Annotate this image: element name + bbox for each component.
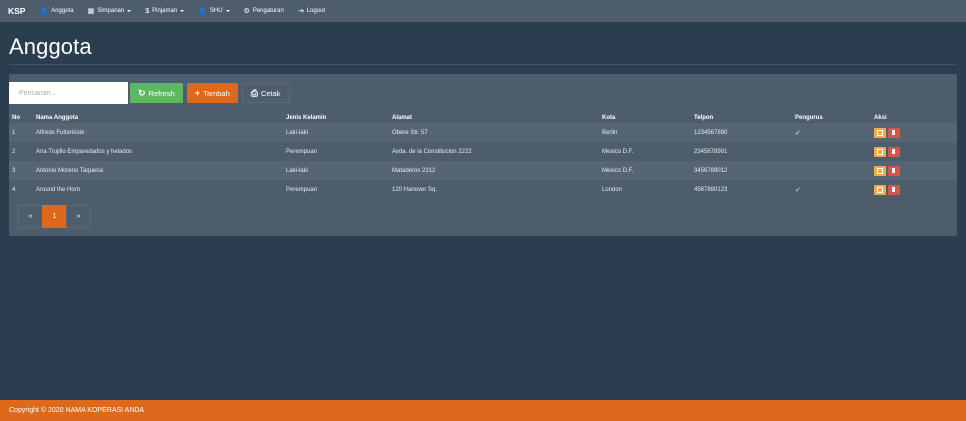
cell-alamat: Obere Str. 57 (392, 129, 428, 136)
cell-kota: London (602, 186, 623, 193)
cell-telpon: 4567890123 (694, 186, 728, 193)
cell-nama: Antonio Moreno Taqueria (36, 167, 103, 174)
user-icon: 👤 (39, 7, 49, 15)
grid-icon: ▦ (87, 7, 95, 15)
col-alamat: Alamat (392, 115, 413, 121)
table-row[interactable]: 3 Antonio Moreno Taqueria Laki-laki Mata… (9, 161, 957, 180)
cell-jenis-kelamin: Perempuan (286, 148, 318, 155)
nav-anggota-label: Anggota (51, 8, 74, 14)
cell-jenis-kelamin: Laki-laki (286, 129, 309, 136)
cell-no: 3 (12, 167, 16, 174)
cell-aksi (871, 142, 957, 161)
col-no: No (12, 115, 20, 121)
cell-kota: Mexico D.F. (602, 148, 634, 155)
trash-icon[interactable] (888, 165, 900, 176)
cell-alamat: Avda. de la Constitucion 2222 (392, 148, 472, 155)
cell-kota: Mexico D.F. (602, 167, 634, 174)
add-label: Tambah (203, 88, 230, 98)
edit-icon[interactable] (874, 127, 886, 138)
page-prev-button[interactable]: « (18, 205, 43, 228)
cell-no: 2 (12, 148, 16, 155)
nav-pengaturan[interactable]: ⚙ Pengaturan (244, 8, 284, 15)
print-button[interactable]: ⎙ Cetak (241, 83, 290, 103)
cell-kota: Berlin (602, 129, 618, 136)
members-table: No Nama Anggota Jenis Kelamin Alamat Kot… (9, 113, 957, 199)
table-row[interactable]: 2 Ana Trujillo Emparedados y helados Per… (9, 142, 957, 161)
cell-pengurus: ✓ (795, 186, 801, 194)
toolbar: ↻Refresh +Tambah ⎙Cetak (9, 82, 294, 104)
nav-shu[interactable]: 👤 SHU (198, 7, 230, 15)
cell-aksi (871, 123, 957, 142)
nav-logout-label: Logout (306, 8, 326, 14)
top-navbar: KSP 👤 Anggota ▦ Simpanan $ Pinjaman 👤 SHU ⚙ P… (0, 0, 966, 22)
nav-pinjaman[interactable]: $ Pinjaman (145, 7, 185, 15)
col-telpon: Telpon (694, 115, 714, 121)
page-current-button[interactable]: 1 (42, 205, 67, 228)
trash-icon[interactable] (888, 127, 900, 138)
gear-icon: ⚙ (243, 7, 250, 15)
cell-alamat: 120 Hanover Sq. (392, 186, 438, 193)
cell-aksi (871, 161, 957, 180)
dollar-icon: $ (145, 7, 150, 15)
refresh-icon: ↻ (138, 87, 146, 98)
cell-pengurus: ✓ (795, 129, 801, 137)
title-divider (9, 64, 957, 65)
table-row[interactable]: 4 Around the Horn Perempuan 120 Hanover … (9, 180, 957, 199)
cell-nama: Alfreds Futterkiste (36, 129, 85, 136)
cell-no: 4 (12, 186, 16, 193)
refresh-button[interactable]: ↻ Refresh (130, 83, 183, 103)
nav-anggota[interactable]: 👤 Anggota (39, 8, 73, 15)
edit-icon[interactable] (874, 146, 886, 157)
nav-simpanan[interactable]: ▦ Simpanan (88, 8, 132, 15)
nav-logout[interactable]: ⇥ Logout (298, 8, 325, 15)
footer: Copyright © 2020 NAMA KOPERASI ANDA (0, 400, 966, 421)
cell-pengurus (792, 142, 871, 161)
cell-aksi (871, 180, 957, 199)
logout-icon: ⇥ (297, 7, 304, 15)
edit-icon[interactable] (874, 184, 886, 195)
cell-telpon: 2345678901 (694, 148, 728, 155)
trash-icon[interactable] (888, 184, 900, 195)
cell-nama: Around the Horn (36, 186, 81, 193)
cell-no: 1 (12, 129, 16, 136)
caret-down-icon (180, 10, 185, 12)
cell-pengurus (792, 161, 871, 180)
caret-down-icon (127, 10, 132, 12)
table-header-row: No Nama Anggota Jenis Kelamin Alamat Kot… (9, 113, 957, 123)
col-kota: Kota (602, 115, 616, 121)
refresh-label: Refresh (148, 88, 175, 98)
cell-jenis-kelamin: Laki-laki (286, 167, 309, 174)
print-label: Cetak (260, 88, 281, 98)
col-aksi: Aksi (874, 115, 887, 121)
caret-down-icon (225, 10, 230, 12)
print-icon: ⎙ (250, 87, 258, 98)
cell-telpon: 1234567890 (694, 129, 728, 136)
cell-telpon: 3456789012 (694, 167, 728, 174)
col-jenis-kelamin: Jenis Kelamin (286, 115, 327, 121)
col-nama: Nama Anggota (36, 115, 79, 121)
page-title: Anggota (9, 34, 92, 59)
page-next-button[interactable]: » (66, 205, 91, 228)
cell-alamat: Mataderos 2312 (392, 167, 436, 174)
brand-logo[interactable]: KSP (8, 6, 25, 16)
col-pengurus: Pengurus (795, 115, 823, 121)
user-icon: 👤 (198, 7, 207, 15)
edit-icon[interactable] (874, 165, 886, 176)
table-row[interactable]: 1 Alfreds Futterkiste Laki-laki Obere St… (9, 123, 957, 142)
nav-pengaturan-label: Pengaturan (252, 8, 284, 14)
footer-copyright: Copyright © 2020 NAMA KOPERASI ANDA (9, 407, 145, 414)
cell-jenis-kelamin: Perempuan (286, 186, 318, 193)
trash-icon[interactable] (888, 146, 900, 157)
plus-icon: + (194, 87, 201, 98)
cell-nama: Ana Trujillo Emparedados y helados (36, 148, 133, 155)
pagination: « 1 » (18, 205, 91, 228)
nav-shu-label: SHU (209, 8, 223, 14)
add-button[interactable]: + Tambah (186, 83, 238, 103)
nav-pinjaman-label: Pinjaman (152, 8, 178, 14)
nav-simpanan-label: Simpanan (97, 8, 125, 14)
search-input[interactable] (9, 82, 128, 104)
